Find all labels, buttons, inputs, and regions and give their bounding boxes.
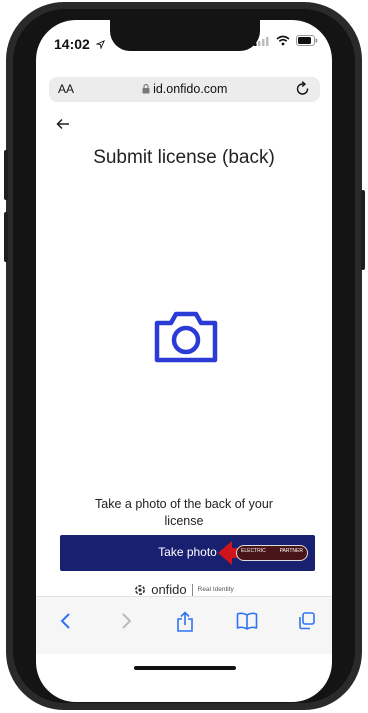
browser-forward-icon[interactable] (118, 611, 134, 631)
url-text: id.onfido.com (153, 82, 228, 96)
phone-side-button (361, 190, 365, 270)
location-arrow-icon (94, 40, 105, 50)
home-indicator (134, 666, 236, 670)
notch (110, 20, 260, 51)
phone-screen: 14:02 AA id.onfido.com Submit license (b… (36, 20, 332, 702)
browser-back-icon[interactable] (58, 611, 74, 631)
back-arrow-icon[interactable] (56, 118, 70, 130)
browser-toolbar (36, 596, 332, 654)
phone-side-button (4, 212, 8, 262)
lock-icon (142, 84, 150, 94)
status-time-text: 14:02 (54, 36, 90, 52)
tabs-icon[interactable] (298, 611, 316, 631)
badge-left-text: ELECTRIC (241, 548, 266, 554)
brand-tagline: Real Identity (197, 586, 234, 593)
badge-right-text: PARTNER (279, 548, 303, 554)
bookmarks-icon[interactable] (236, 611, 258, 631)
page-title: Submit license (back) (93, 147, 275, 168)
wifi-icon (276, 35, 290, 46)
camera-icon (154, 311, 218, 363)
battery-icon (296, 35, 318, 46)
partner-badge: ELECTRIC PARTNER (236, 545, 308, 561)
status-icons (254, 35, 318, 46)
phone-side-button (4, 150, 8, 200)
share-icon[interactable] (176, 611, 194, 633)
url-display[interactable]: id.onfido.com (49, 82, 320, 96)
reload-icon[interactable] (294, 80, 312, 98)
address-bar[interactable]: AA id.onfido.com (49, 77, 320, 102)
status-time: 14:02 (54, 36, 105, 52)
brand-name: onfido (151, 582, 187, 597)
brand-footer: onfido Real Identity (36, 582, 332, 597)
instruction-text: Take a photo of the back of your license (95, 497, 273, 528)
take-photo-button[interactable]: Take photo ELECTRIC PARTNER (60, 535, 315, 571)
brand-divider (191, 583, 193, 596)
onfido-logo-icon (135, 584, 146, 595)
phone-frame: 14:02 AA id.onfido.com Submit license (b… (0, 0, 368, 713)
cellular-signal-icon (254, 36, 269, 46)
